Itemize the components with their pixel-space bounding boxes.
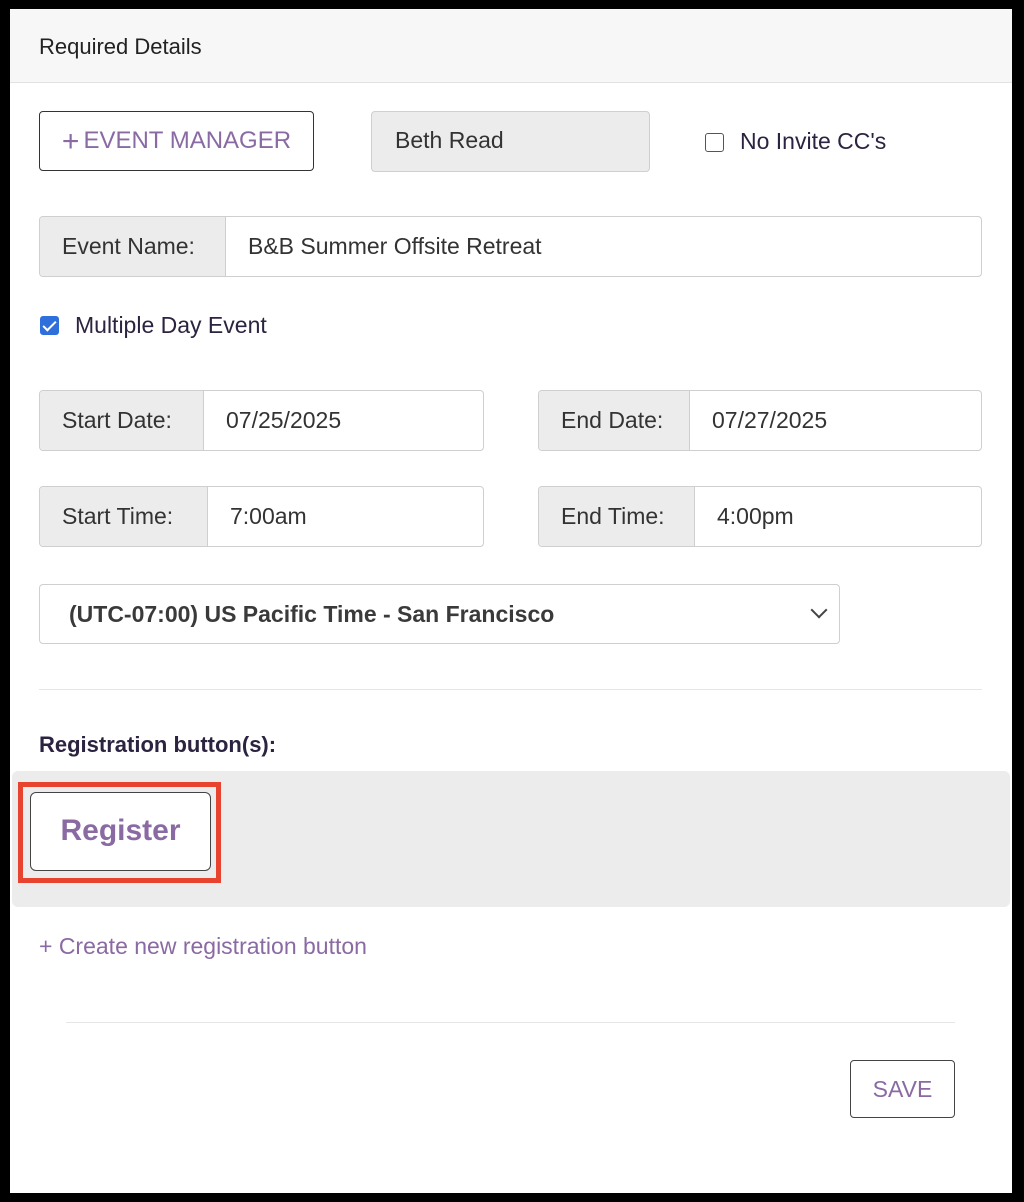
footer-divider xyxy=(66,1022,955,1023)
timezone-select[interactable]: (UTC-07:00) US Pacific Time - San Franci… xyxy=(39,584,840,644)
no-invite-cc-label[interactable]: No Invite CC's xyxy=(740,128,886,155)
event-manager-name: Beth Read xyxy=(371,111,650,172)
end-date-field: End Date: 07/27/2025 xyxy=(538,390,982,451)
add-event-manager-button[interactable]: + EVENT MANAGER xyxy=(39,111,314,171)
end-time-input[interactable]: 4:00pm xyxy=(695,487,981,546)
timezone-selected-value: (UTC-07:00) US Pacific Time - San Franci… xyxy=(69,601,555,627)
create-registration-button-link[interactable]: + Create new registration button xyxy=(39,933,367,960)
start-time-label: Start Time: xyxy=(40,487,208,546)
end-date-label: End Date: xyxy=(539,391,690,450)
multiple-day-label[interactable]: Multiple Day Event xyxy=(75,312,267,339)
panel-title: Required Details xyxy=(39,34,202,59)
multiple-day-checkbox[interactable] xyxy=(40,316,59,335)
add-event-manager-label: EVENT MANAGER xyxy=(83,127,292,154)
start-date-field: Start Date: 07/25/2025 xyxy=(39,390,484,451)
panel-header: Required Details xyxy=(10,9,1012,83)
event-name-label: Event Name: xyxy=(40,217,226,276)
no-invite-cc-checkbox[interactable] xyxy=(705,133,724,152)
end-time-label: End Time: xyxy=(539,487,695,546)
start-date-input[interactable]: 07/25/2025 xyxy=(204,391,483,450)
registration-buttons-area: Register xyxy=(12,771,1010,907)
start-time-input[interactable]: 7:00am xyxy=(208,487,483,546)
end-date-input[interactable]: 07/27/2025 xyxy=(690,391,981,450)
end-time-field: End Time: 4:00pm xyxy=(538,486,982,547)
event-name-input[interactable]: B&B Summer Offsite Retreat xyxy=(226,217,981,276)
section-divider xyxy=(39,689,982,690)
event-name-field: Event Name: B&B Summer Offsite Retreat xyxy=(39,216,982,277)
start-time-field: Start Time: 7:00am xyxy=(39,486,484,547)
required-details-panel: Required Details + EVENT MANAGER Beth Rea… xyxy=(10,9,1012,1193)
register-button[interactable]: Register xyxy=(30,792,211,871)
save-button[interactable]: SAVE xyxy=(850,1060,955,1118)
registration-heading: Registration button(s): xyxy=(39,732,277,757)
chevron-down-icon xyxy=(810,601,828,619)
start-date-label: Start Date: xyxy=(40,391,204,450)
plus-icon: + xyxy=(61,125,80,158)
